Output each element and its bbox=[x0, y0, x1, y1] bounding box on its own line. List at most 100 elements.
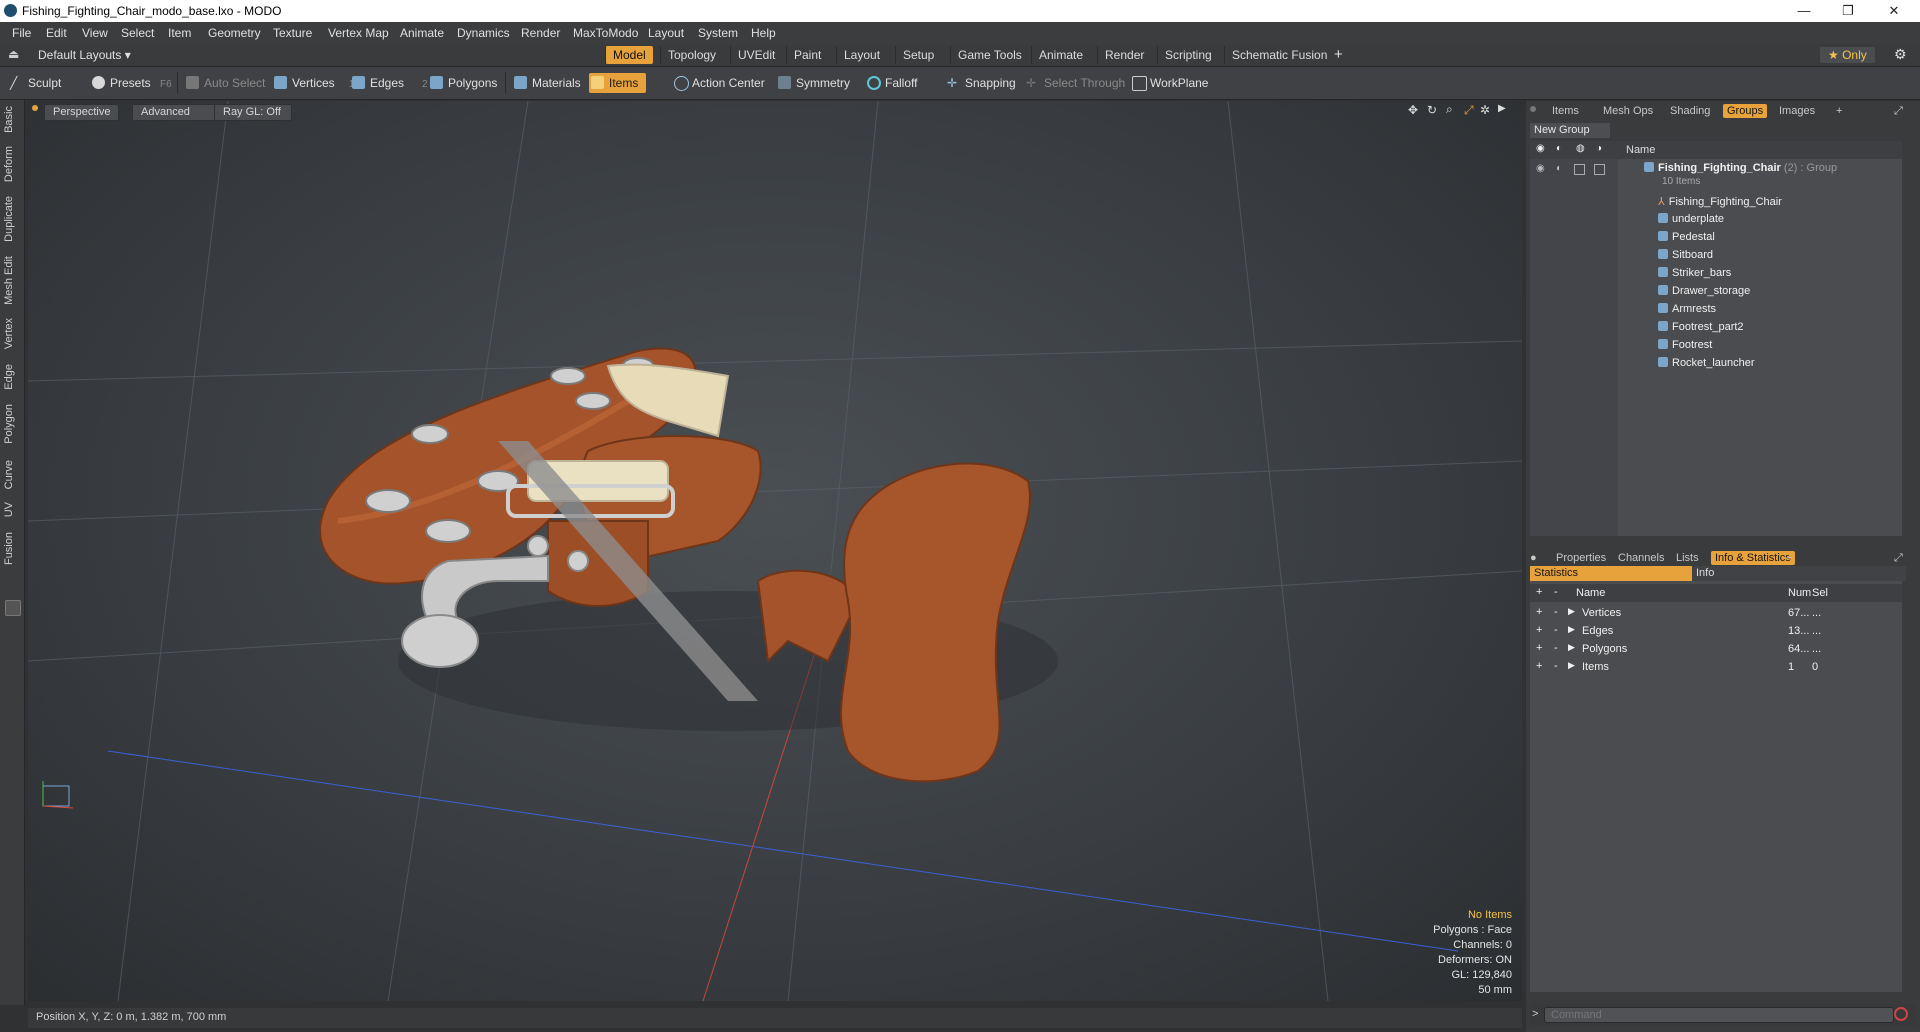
tab-game-tools[interactable]: Game Tools bbox=[950, 46, 1029, 64]
tab-uv[interactable]: UV bbox=[3, 502, 15, 517]
collapse-icon[interactable]: - bbox=[1554, 660, 1558, 672]
tab-polygon[interactable]: Polygon bbox=[3, 404, 15, 444]
items-button[interactable]: Items bbox=[589, 73, 647, 93]
tab-lists[interactable]: Lists bbox=[1676, 552, 1699, 564]
tab-topology[interactable]: Topology bbox=[660, 46, 723, 64]
collapse-icon[interactable]: - bbox=[1554, 642, 1558, 654]
presets-button[interactable]: Presets F6 bbox=[90, 73, 172, 93]
fit-view-icon[interactable]: ⤢ bbox=[1464, 103, 1474, 118]
group-row[interactable]: ◉ ◐ Fishing_Fighting_Chair (2) : Group 1… bbox=[1530, 161, 1902, 191]
panel-expand-icon[interactable]: ⤢ bbox=[1894, 552, 1903, 565]
expand-icon[interactable]: + bbox=[1536, 624, 1542, 636]
expand-icon[interactable]: + bbox=[1536, 642, 1542, 654]
add-panel-tab-button[interactable]: + bbox=[1786, 552, 1792, 564]
tree-item[interactable]: Sitboard bbox=[1530, 247, 1902, 265]
record-macro-icon[interactable] bbox=[1894, 1007, 1908, 1021]
layout-menu-icon[interactable]: ⏏ bbox=[8, 47, 19, 61]
menu-system[interactable]: System bbox=[698, 26, 738, 40]
info-subtab[interactable]: Info bbox=[1692, 566, 1906, 581]
tab-basic[interactable]: Basic bbox=[3, 106, 15, 133]
select-through-button[interactable]: ✛ Select Through bbox=[1024, 73, 1125, 93]
tab-items[interactable]: Items bbox=[1552, 105, 1579, 117]
stats-row[interactable]: + - ▶ Vertices 67...... bbox=[1530, 604, 1902, 622]
stats-row[interactable]: + - ▶ Polygons 64...... bbox=[1530, 640, 1902, 658]
viewport-menu-icon[interactable] bbox=[32, 105, 38, 111]
select-toggle[interactable] bbox=[1594, 164, 1605, 175]
tab-duplicate[interactable]: Duplicate bbox=[3, 196, 15, 242]
disclosure-arrow-icon[interactable]: ▶ bbox=[1568, 606, 1575, 617]
lock-toggle-icon[interactable]: ◐ bbox=[1556, 163, 1562, 174]
tab-mesh-edit[interactable]: Mesh Edit bbox=[3, 256, 15, 305]
expand-icon[interactable]: + bbox=[1536, 606, 1542, 618]
tree-item[interactable]: Footrest bbox=[1530, 337, 1902, 355]
tab-deform[interactable]: Deform bbox=[3, 146, 15, 182]
tab-render[interactable]: Render bbox=[1097, 46, 1151, 64]
maximize-button[interactable]: ❐ bbox=[1828, 2, 1868, 20]
menu-help[interactable]: Help bbox=[751, 26, 776, 40]
falloff-button[interactable]: Falloff bbox=[865, 73, 917, 93]
3d-viewport[interactable]: Perspective Advanced Ray GL: Off ✥ ↻ ⌕ ⤢… bbox=[28, 101, 1522, 1001]
menu-texture[interactable]: Texture bbox=[273, 26, 312, 40]
zoom-view-icon[interactable]: ⌕ bbox=[1446, 102, 1453, 117]
tab-properties[interactable]: Properties bbox=[1556, 552, 1606, 564]
menu-edit[interactable]: Edit bbox=[46, 26, 67, 40]
tab-fusion[interactable]: Fusion bbox=[3, 532, 15, 565]
view-mode-button[interactable]: Perspective bbox=[44, 104, 120, 121]
tree-item[interactable]: Footrest_part2 bbox=[1530, 319, 1902, 337]
tab-scripting[interactable]: Scripting bbox=[1157, 46, 1219, 64]
workplane-button[interactable]: WorkPlane bbox=[1130, 73, 1208, 93]
tree-item[interactable]: Drawer_storage bbox=[1530, 283, 1902, 301]
tree-item[interactable]: Armrests bbox=[1530, 301, 1902, 319]
auto-select-button[interactable]: Auto Select bbox=[184, 73, 265, 93]
menu-file[interactable]: File bbox=[12, 26, 31, 40]
statistics-subtab[interactable]: Statistics bbox=[1530, 566, 1692, 581]
menu-view[interactable]: View bbox=[82, 26, 108, 40]
render-toggle[interactable] bbox=[1574, 164, 1585, 175]
stats-row[interactable]: + - ▶ Items 1 0 bbox=[1530, 658, 1902, 676]
menu-layout[interactable]: Layout bbox=[648, 26, 684, 40]
menu-render[interactable]: Render bbox=[521, 26, 560, 40]
disclosure-arrow-icon[interactable]: ▶ bbox=[1568, 660, 1575, 671]
ray-gl-button[interactable]: Ray GL: Off bbox=[214, 104, 292, 121]
expand-all-icon[interactable]: + bbox=[1536, 586, 1542, 598]
tab-info-statistics[interactable]: Info & Statistics bbox=[1711, 551, 1795, 565]
tree-item[interactable]: Rocket_launcher bbox=[1530, 355, 1902, 373]
menu-animate[interactable]: Animate bbox=[400, 26, 444, 40]
menu-geometry[interactable]: Geometry bbox=[208, 26, 261, 40]
tab-edge[interactable]: Edge bbox=[3, 364, 15, 390]
panel-expand-icon[interactable]: ⤢ bbox=[1894, 105, 1903, 118]
menu-item[interactable]: Item bbox=[168, 26, 191, 40]
tree-item[interactable]: ⅄ Fishing_Fighting_Chair bbox=[1530, 193, 1902, 211]
edges-button[interactable]: Edges 2 bbox=[350, 73, 428, 93]
collapse-all-icon[interactable]: - bbox=[1554, 586, 1558, 598]
collapse-icon[interactable]: - bbox=[1554, 606, 1558, 618]
tree-item[interactable]: underplate bbox=[1530, 211, 1902, 229]
gear-icon[interactable]: ⚙ bbox=[1894, 46, 1907, 63]
tab-model[interactable]: Model bbox=[605, 46, 653, 64]
shading-mode-button[interactable]: Advanced bbox=[132, 104, 220, 121]
menu-select[interactable]: Select bbox=[121, 26, 154, 40]
action-center-button[interactable]: Action Center bbox=[672, 73, 765, 93]
snapping-button[interactable]: ✛ Snapping bbox=[945, 73, 1016, 93]
visibility-eye-icon[interactable]: ◉ bbox=[1536, 163, 1545, 174]
panel-menu-icon[interactable] bbox=[1530, 106, 1536, 112]
tab-channels[interactable]: Channels bbox=[1618, 552, 1664, 564]
tab-schematic-fusion[interactable]: Schematic Fusion bbox=[1224, 46, 1334, 64]
menu-maxtomodo[interactable]: MaxToModo bbox=[573, 26, 638, 40]
tab-vertex[interactable]: Vertex bbox=[3, 318, 15, 349]
viewport-settings-icon[interactable]: ✲ bbox=[1480, 103, 1490, 117]
move-view-icon[interactable]: ✥ bbox=[1408, 103, 1418, 117]
collapse-icon[interactable]: - bbox=[1554, 624, 1558, 636]
tab-animate[interactable]: Animate bbox=[1031, 46, 1090, 64]
tab-setup[interactable]: Setup bbox=[895, 46, 941, 64]
minimize-button[interactable]: — bbox=[1784, 2, 1824, 20]
expand-icon[interactable]: + bbox=[1536, 660, 1542, 672]
new-group-button[interactable]: New Group bbox=[1530, 123, 1610, 138]
close-button[interactable]: ✕ bbox=[1874, 2, 1914, 20]
tab-shading[interactable]: Shading bbox=[1670, 105, 1710, 117]
stats-row[interactable]: + - ▶ Edges 13...... bbox=[1530, 622, 1902, 640]
tab-mesh-ops[interactable]: Mesh Ops bbox=[1603, 105, 1653, 117]
command-input[interactable] bbox=[1544, 1007, 1894, 1023]
sculpt-button[interactable]: ╱ Sculpt bbox=[8, 73, 61, 93]
viewport-expand-icon[interactable]: ▶ bbox=[1498, 103, 1506, 114]
